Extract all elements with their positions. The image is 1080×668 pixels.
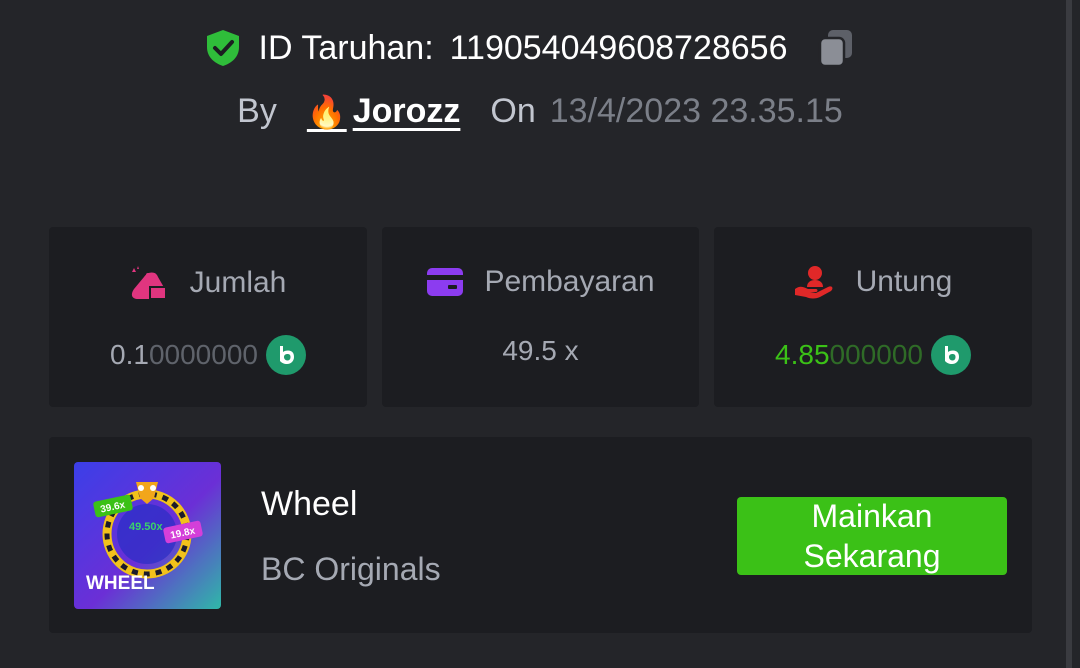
game-provider: BC Originals xyxy=(261,551,441,587)
on-label: On xyxy=(490,92,536,130)
copy-icon[interactable] xyxy=(814,26,858,70)
by-label: By xyxy=(237,92,277,130)
money-bag-icon xyxy=(131,266,167,300)
profit-card: Untung 4.85000000 xyxy=(714,227,1032,407)
fire-icon: 🔥 xyxy=(306,93,347,130)
bet-id-row: ID Taruhan: 119054049608728656 xyxy=(0,26,1060,70)
payout-value: 49.5 x xyxy=(502,335,579,366)
bet-meta-row: By 🔥 Jorozz On 13/4/2023 23.35.15 xyxy=(0,92,1080,131)
bet-id-label: ID Taruhan: xyxy=(258,28,434,67)
play-now-button[interactable]: Mainkan Sekarang xyxy=(737,497,1007,575)
amount-value: 0.10000000 xyxy=(110,339,258,370)
amount-card: Jumlah 0.10000000 xyxy=(49,227,367,407)
user-name[interactable]: Jorozz xyxy=(353,92,461,131)
payout-label: Pembayaran xyxy=(484,265,655,298)
play-now-line2: Sekarang xyxy=(803,538,941,574)
bc-coin-icon xyxy=(930,335,971,375)
payout-card: Pembayaran 49.5 x xyxy=(382,227,699,407)
user-link[interactable]: 🔥 Jorozz xyxy=(307,92,461,131)
card-icon xyxy=(427,268,464,296)
play-now-line1: Mainkan xyxy=(811,498,933,534)
profit-label: Untung xyxy=(855,265,953,298)
thumb-value-2: 49.50x xyxy=(129,521,164,533)
profit-value: 4.85000000 xyxy=(775,339,923,370)
bc-coin-icon xyxy=(265,335,306,375)
profit-hand-icon xyxy=(794,266,833,299)
game-card: 39.6x 49.50x 19.8x WHEEL Wheel BC Origin… xyxy=(49,437,1032,633)
bet-datetime: 13/4/2023 23.35.15 xyxy=(549,92,843,130)
thumb-title: WHEEL xyxy=(86,573,155,594)
amount-label: Jumlah xyxy=(189,266,287,299)
shield-check-icon xyxy=(206,30,239,66)
game-name: Wheel xyxy=(261,485,358,523)
bet-id-value: 119054049608728656 xyxy=(449,28,788,67)
game-thumbnail[interactable]: 39.6x 49.50x 19.8x WHEEL xyxy=(74,462,221,609)
